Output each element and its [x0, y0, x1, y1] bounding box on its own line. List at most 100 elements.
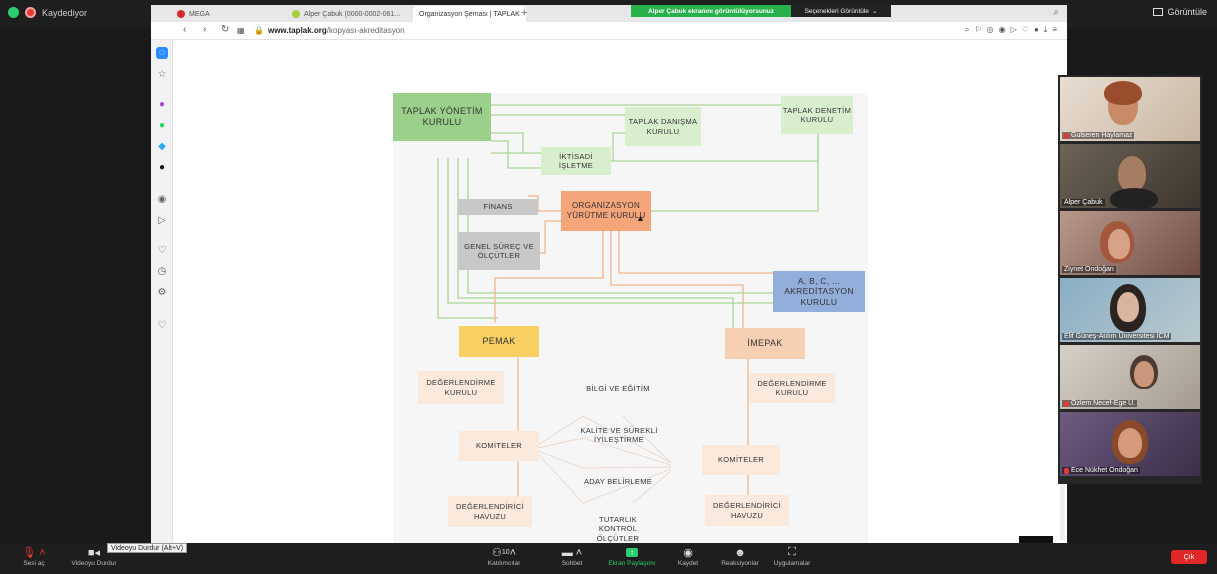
participant-tile[interactable]: Gulseren Haylamaz: [1060, 77, 1200, 141]
bilgi-egitim-label: BİLGİ VE EĞİTİM: [586, 384, 650, 394]
participant-tile[interactable]: Özlem Necef-Ege U.: [1060, 345, 1200, 409]
finans-box: FİNANS: [458, 199, 538, 215]
view-grid-icon: [1153, 8, 1164, 16]
heart-sidebar-icon[interactable]: ♡: [156, 245, 168, 257]
new-tab-button[interactable]: +: [521, 7, 527, 19]
tab-search-icon[interactable]: ⌕: [1053, 7, 1059, 18]
recording-label: Kaydediyor: [42, 7, 88, 18]
tab-mega[interactable]: MEGA: [171, 6, 216, 22]
pemak-box: PEMAK: [459, 326, 539, 357]
leave-button[interactable]: Çık: [1171, 550, 1207, 564]
menu-icon[interactable]: ≡: [1052, 25, 1057, 35]
lock-icon: 🔒: [254, 26, 264, 35]
recording-icon: [25, 7, 36, 18]
settings-icon[interactable]: ⚙: [156, 287, 168, 299]
share-screen-button[interactable]: ↑ Ekran Paylaşımı: [604, 545, 660, 567]
tiktok-icon[interactable]: ●: [156, 162, 168, 174]
mega-favicon-icon: [177, 10, 185, 18]
vpn-icon[interactable]: ◉: [999, 25, 1006, 35]
imepak-havuz-box: DEĞERLENDİRİCİ HAVUZU: [705, 495, 789, 526]
telegram-icon[interactable]: ◆: [156, 141, 168, 153]
pemak-komiteler-box: KOMİTELER: [459, 431, 539, 461]
browser-window: MEGA Alper Çabuk (0000-0002-061... Organ…: [151, 5, 1067, 548]
mic-off-icon: [1064, 132, 1069, 139]
security-shield-icon[interactable]: [8, 7, 19, 18]
tab-label: Alper Çabuk (0000-0002-061...: [304, 10, 401, 18]
address-icons: ⌕ ⚐ ◎ ◉ ▷ ♡ ● ⤓ ≡: [965, 25, 1057, 35]
tab-orcid[interactable]: Alper Çabuk (0000-0002-061...: [286, 6, 406, 22]
participants-button[interactable]: ⚇ 10 ˄ Katılımcılar: [476, 545, 532, 568]
tab-label: MEGA: [189, 10, 210, 18]
reactions-icon: ☻: [734, 546, 746, 559]
player-icon[interactable]: ◉: [156, 194, 168, 206]
profile-icon[interactable]: ●: [1034, 25, 1039, 35]
view-options-dropdown[interactable]: Seçenekleri Görüntüle ⌄: [791, 5, 891, 17]
mic-off-icon: 🎙︎ ˄: [22, 547, 46, 559]
forward-icon[interactable]: ›: [203, 24, 206, 35]
page-content: TAPLAK YÖNETİM KURULU TAPLAK DANIŞMA KUR…: [173, 40, 1067, 548]
participant-tile[interactable]: Alper Çabuk: [1060, 144, 1200, 208]
record-icon: ◉: [683, 547, 693, 559]
org-chart: TAPLAK YÖNETİM KURULU TAPLAK DANIŞMA KUR…: [393, 93, 868, 548]
tab-taplak[interactable]: Organizasyon Şeması | TAPLAK: [413, 6, 526, 22]
denetim-kurulu-box: TAPLAK DENETİM KURULU: [781, 96, 853, 134]
chevron-down-icon: ⌄: [871, 8, 878, 15]
tutarlik-label: TUTARLIK KONTROL ÖLÇÜTLER: [596, 514, 640, 543]
imepak-degerlendirme-box: DEĞERLENDİRME KURULU: [749, 373, 835, 403]
danisma-kurulu-box: TAPLAK DANIŞMA KURULU: [625, 107, 701, 146]
search-icon[interactable]: ⌕: [965, 25, 969, 35]
apps-button[interactable]: ⛶ Uygulamalar: [764, 545, 820, 567]
view-button[interactable]: Görüntüle: [1153, 7, 1207, 17]
send-sidebar-icon[interactable]: ▷: [156, 215, 168, 227]
orcid-favicon-icon: [292, 10, 300, 18]
view-options-label: Seçenekleri Görüntüle: [804, 7, 869, 15]
iktisadi-isletme-box: İKTİSADİ İŞLETME: [541, 147, 611, 175]
camera-icon[interactable]: ◎: [987, 25, 994, 35]
record-button[interactable]: ◉ Kaydet: [660, 545, 716, 567]
akreditasyon-kurulu-box: A, B, C, ... AKREDİTASYON KURULU: [773, 271, 865, 312]
downloads-icon[interactable]: ⤓: [1044, 25, 1048, 35]
participant-tile[interactable]: Elif Güneş-Atılım Üniversitesi ICM: [1060, 278, 1200, 342]
recording-indicator[interactable]: Kaydediyor: [8, 7, 87, 18]
chat-icon: ▬ ˄: [561, 546, 583, 559]
share-screen-icon: ↑: [626, 545, 638, 560]
messenger-icon[interactable]: ◌: [156, 47, 168, 59]
participant-name: Ziynet Ondoğan: [1062, 266, 1116, 273]
participant-name: Elif Güneş-Atılım Üniversitesi ICM: [1062, 333, 1172, 340]
tab-strip: MEGA Alper Çabuk (0000-0002-061... Organ…: [151, 5, 1067, 22]
imepak-box: İMEPAK: [725, 328, 805, 359]
tab-label: Organizasyon Şeması | TAPLAK: [419, 10, 520, 18]
mouse-cursor-icon: ▲: [636, 213, 645, 223]
reload-icon[interactable]: ↻: [221, 24, 229, 35]
mic-off-icon: [1064, 467, 1069, 474]
unmute-button[interactable]: 🎙︎ ˄ Sesi aç: [6, 545, 62, 567]
whatsapp-icon[interactable]: ●: [156, 120, 168, 132]
participant-tile[interactable]: Ziynet Ondoğan: [1060, 211, 1200, 275]
view-label: Görüntüle: [1167, 7, 1207, 17]
pemak-havuz-box: DEĞERLENDİRİCİ HAVUZU: [448, 496, 532, 527]
pin-icon[interactable]: ♡: [156, 320, 168, 332]
grid-icon[interactable]: ▦: [237, 26, 245, 35]
overlay-box: [1019, 536, 1053, 543]
browser-sidebar: ◌ ☆ ● ● ◆ ● ◉ ▷ ♡ ◷ ⚙ ♡: [151, 40, 173, 543]
reactions-button[interactable]: ☻ Reaksiyonlar: [712, 545, 768, 568]
yonetim-kurulu-box: TAPLAK YÖNETİM KURULU: [393, 93, 491, 141]
back-icon[interactable]: ‹: [183, 24, 186, 35]
aday-belirleme-label: ADAY BELİRLEME: [583, 477, 653, 487]
participant-tile[interactable]: Ece Nükhet Ondoğan: [1060, 412, 1200, 476]
pemak-degerlendirme-box: DEĞERLENDİRME KURULU: [418, 371, 504, 404]
star-icon[interactable]: ☆: [156, 69, 168, 81]
send-icon[interactable]: ▷: [1011, 25, 1017, 35]
history-icon[interactable]: ◷: [156, 266, 168, 278]
apps-icon: ⛶: [788, 546, 796, 558]
heart-icon[interactable]: ♡: [1022, 25, 1029, 35]
translate-icon[interactable]: ⚐: [974, 25, 981, 35]
yurutme-kurulu-box: ORGANİZASYON YÜRÜTME KURULU: [561, 191, 651, 231]
address-bar: ‹ › ↻ ▦ 🔒 www.taplak.org/kopyası-akredit…: [151, 22, 1067, 40]
messenger-purple-icon[interactable]: ●: [156, 99, 168, 111]
url-path: /kopyası-akreditasyon: [326, 26, 405, 35]
participant-gallery: Gulseren Haylamaz Alper Çabuk Ziynet Ond…: [1058, 75, 1202, 484]
chat-button[interactable]: ▬ ˄ Sohbet: [544, 545, 600, 568]
participant-name: Gulseren Haylamaz: [1062, 132, 1135, 139]
url-field[interactable]: 🔒 www.taplak.org/kopyası-akreditasyon: [254, 26, 405, 35]
